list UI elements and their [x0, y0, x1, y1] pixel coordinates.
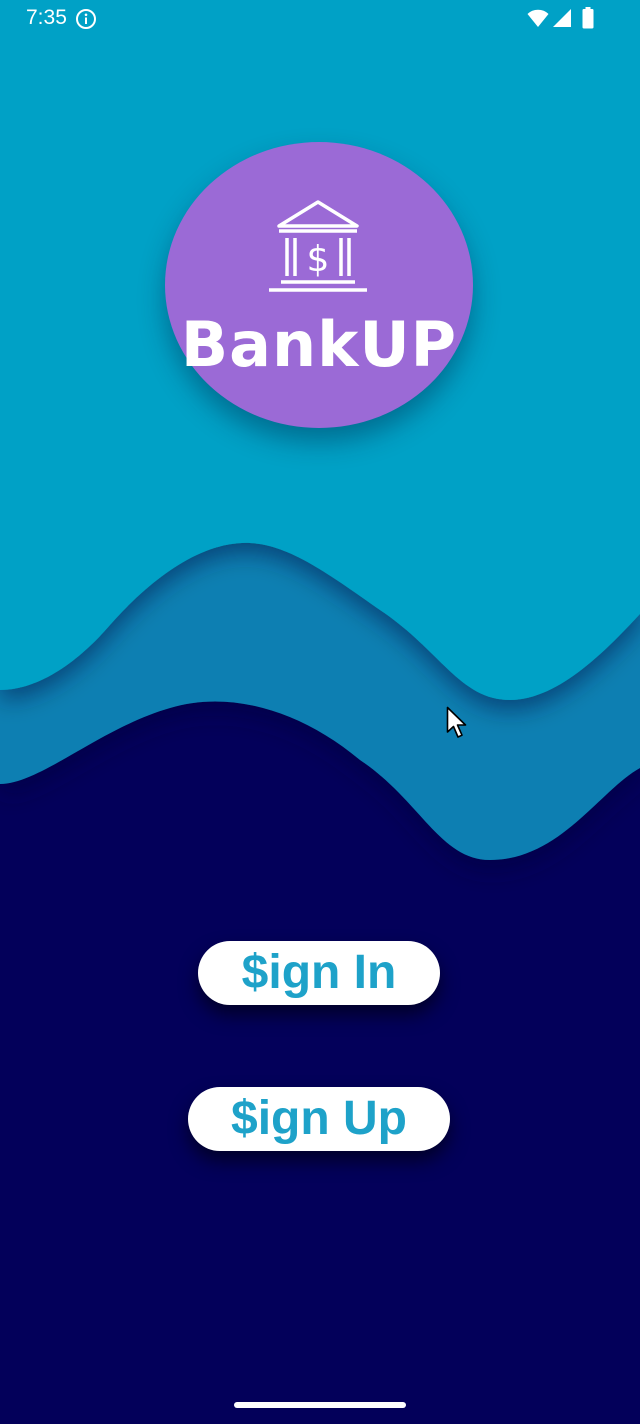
status-bar: 7:35	[0, 0, 640, 40]
app-logo: $ BankUP	[165, 142, 473, 428]
info-icon	[76, 9, 96, 29]
battery-icon	[582, 7, 594, 29]
sign-up-button[interactable]: $ign Up	[188, 1087, 450, 1151]
wifi-icon	[527, 9, 549, 27]
home-indicator[interactable]	[234, 1402, 406, 1408]
signal-icon	[553, 9, 571, 27]
sign-in-button[interactable]: $ign In	[198, 941, 440, 1005]
logo-text: BankUP	[180, 308, 458, 381]
svg-text:$: $	[307, 239, 330, 280]
welcome-screen: 7:35 $ BankUP $ign In $ign Up	[0, 0, 640, 1424]
mouse-pointer-icon	[446, 706, 467, 738]
bank-building-dollar-icon: $	[269, 200, 367, 292]
status-time: 7:35	[26, 6, 67, 29]
